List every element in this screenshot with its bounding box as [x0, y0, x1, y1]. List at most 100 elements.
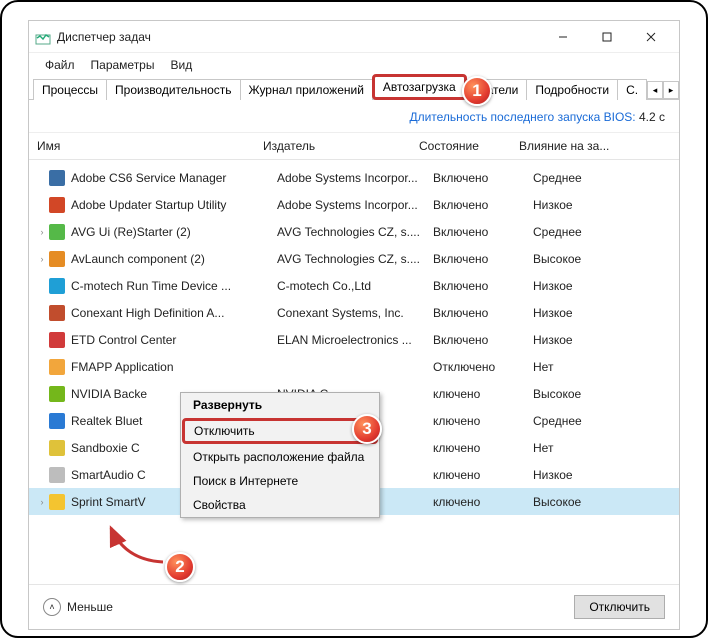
disable-button[interactable]: Отключить: [574, 595, 665, 619]
cell-status: ключено: [433, 441, 533, 455]
chevron-up-icon: ˄: [43, 598, 61, 616]
app-icon: [49, 305, 65, 321]
cell-name: C-motech Run Time Device ...: [71, 279, 277, 293]
tab-details[interactable]: Подробности: [526, 79, 618, 100]
header-publisher[interactable]: Издатель: [255, 133, 411, 159]
table-row[interactable]: ETD Control CenterELAN Microelectronics …: [29, 326, 679, 353]
tab-scroll: ◂ ▸: [647, 81, 679, 99]
cell-impact: Низкое: [533, 333, 653, 347]
app-icon: [49, 278, 65, 294]
bios-label: Длительность последнего запуска BIOS:: [409, 110, 635, 124]
app-icon: [49, 467, 65, 483]
cell-status: Включено: [433, 198, 533, 212]
expand-caret-icon[interactable]: ›: [37, 254, 47, 264]
cell-name: Adobe CS6 Service Manager: [71, 171, 277, 185]
app-icon: [49, 224, 65, 240]
tab-app-history[interactable]: Журнал приложений: [240, 79, 373, 100]
menu-file[interactable]: Файл: [37, 55, 83, 75]
cell-name: Adobe Updater Startup Utility: [71, 198, 277, 212]
app-icon: [49, 359, 65, 375]
cell-publisher: AVG Technologies CZ, s....: [277, 252, 433, 266]
cell-impact: Нет: [533, 441, 653, 455]
cell-name: AVG Ui (Re)Starter (2): [71, 225, 277, 239]
maximize-button[interactable]: [585, 23, 629, 51]
header-name[interactable]: Имя: [29, 133, 255, 159]
app-icon: [49, 494, 65, 510]
cell-status: Включено: [433, 252, 533, 266]
bios-value: 4.2 с: [639, 110, 665, 124]
fewer-details-label: Меньше: [67, 600, 113, 614]
cell-publisher: AVG Technologies CZ, s....: [277, 225, 433, 239]
menu-view[interactable]: Вид: [162, 55, 200, 75]
fewer-details-button[interactable]: ˄ Меньше: [43, 598, 113, 616]
tab-scroll-left[interactable]: ◂: [647, 81, 663, 99]
expand-caret-icon[interactable]: ›: [37, 227, 47, 237]
cell-impact: Низкое: [533, 279, 653, 293]
tab-startup[interactable]: Автозагрузка: [372, 74, 467, 100]
cell-name: ETD Control Center: [71, 333, 277, 347]
cell-impact: Среднее: [533, 414, 653, 428]
cell-impact: Среднее: [533, 171, 653, 185]
step-badge-2: 2: [165, 552, 195, 582]
cell-status: ключено: [433, 495, 533, 509]
cell-publisher: Adobe Systems Incorpor...: [277, 198, 433, 212]
step-badge-1: 1: [462, 76, 492, 106]
cell-status: Включено: [433, 279, 533, 293]
table-row[interactable]: Adobe Updater Startup UtilityAdobe Syste…: [29, 191, 679, 218]
tab-services-partial[interactable]: С.: [617, 79, 647, 100]
cell-impact: Среднее: [533, 225, 653, 239]
cell-impact: Нет: [533, 360, 653, 374]
ctx-open-location[interactable]: Открыть расположение файла: [181, 445, 379, 469]
menubar: Файл Параметры Вид: [29, 53, 679, 77]
header-impact[interactable]: Влияние на за...: [511, 133, 631, 159]
ctx-expand[interactable]: Развернуть: [181, 393, 379, 417]
app-icon: [49, 386, 65, 402]
cell-impact: Низкое: [533, 198, 653, 212]
minimize-button[interactable]: [541, 23, 585, 51]
app-icon: [35, 29, 51, 45]
table-row[interactable]: › AvLaunch component (2)AVG Technologies …: [29, 245, 679, 272]
cell-impact: Высокое: [533, 252, 653, 266]
step-badge-3: 3: [352, 414, 382, 444]
ctx-properties[interactable]: Свойства: [181, 493, 379, 517]
cell-impact: Высокое: [533, 387, 653, 401]
cell-status: Отключено: [433, 360, 533, 374]
cell-status: Включено: [433, 225, 533, 239]
cell-impact: Низкое: [533, 306, 653, 320]
column-headers: Имя Издатель Состояние Влияние на за...: [29, 132, 679, 160]
tab-scroll-right[interactable]: ▸: [663, 81, 679, 99]
window-title: Диспетчер задач: [57, 30, 541, 44]
table-row[interactable]: Conexant High Definition A...Conexant Sy…: [29, 299, 679, 326]
cell-status: Включено: [433, 333, 533, 347]
tab-bar: Процессы Производительность Журнал прило…: [29, 77, 679, 100]
app-icon: [49, 413, 65, 429]
app-icon: [49, 332, 65, 348]
cell-name: AvLaunch component (2): [71, 252, 277, 266]
ctx-disable[interactable]: Отключить: [182, 418, 378, 444]
cell-impact: Низкое: [533, 468, 653, 482]
cell-status: Включено: [433, 171, 533, 185]
table-row[interactable]: Adobe CS6 Service ManagerAdobe Systems I…: [29, 164, 679, 191]
cell-publisher: C-motech Co.,Ltd: [277, 279, 433, 293]
expand-caret-icon[interactable]: ›: [37, 497, 47, 507]
table-row[interactable]: › AVG Ui (Re)Starter (2)AVG Technologies …: [29, 218, 679, 245]
menu-options[interactable]: Параметры: [83, 55, 163, 75]
cell-publisher: Adobe Systems Incorpor...: [277, 171, 433, 185]
cell-name: Conexant High Definition A...: [71, 306, 277, 320]
app-icon: [49, 440, 65, 456]
app-icon: [49, 170, 65, 186]
header-status[interactable]: Состояние: [411, 133, 511, 159]
app-icon: [49, 197, 65, 213]
context-menu: Развернуть Отключить Открыть расположени…: [180, 392, 380, 518]
ctx-search-online[interactable]: Поиск в Интернете: [181, 469, 379, 493]
table-row[interactable]: FMAPP ApplicationОтключеноНет: [29, 353, 679, 380]
cell-publisher: ELAN Microelectronics ...: [277, 333, 433, 347]
tab-performance[interactable]: Производительность: [106, 79, 240, 100]
cell-status: ключено: [433, 468, 533, 482]
cell-impact: Высокое: [533, 495, 653, 509]
cell-status: ключено: [433, 414, 533, 428]
table-row[interactable]: C-motech Run Time Device ...C-motech Co.…: [29, 272, 679, 299]
tab-processes[interactable]: Процессы: [33, 79, 107, 100]
close-button[interactable]: [629, 23, 673, 51]
app-icon: [49, 251, 65, 267]
